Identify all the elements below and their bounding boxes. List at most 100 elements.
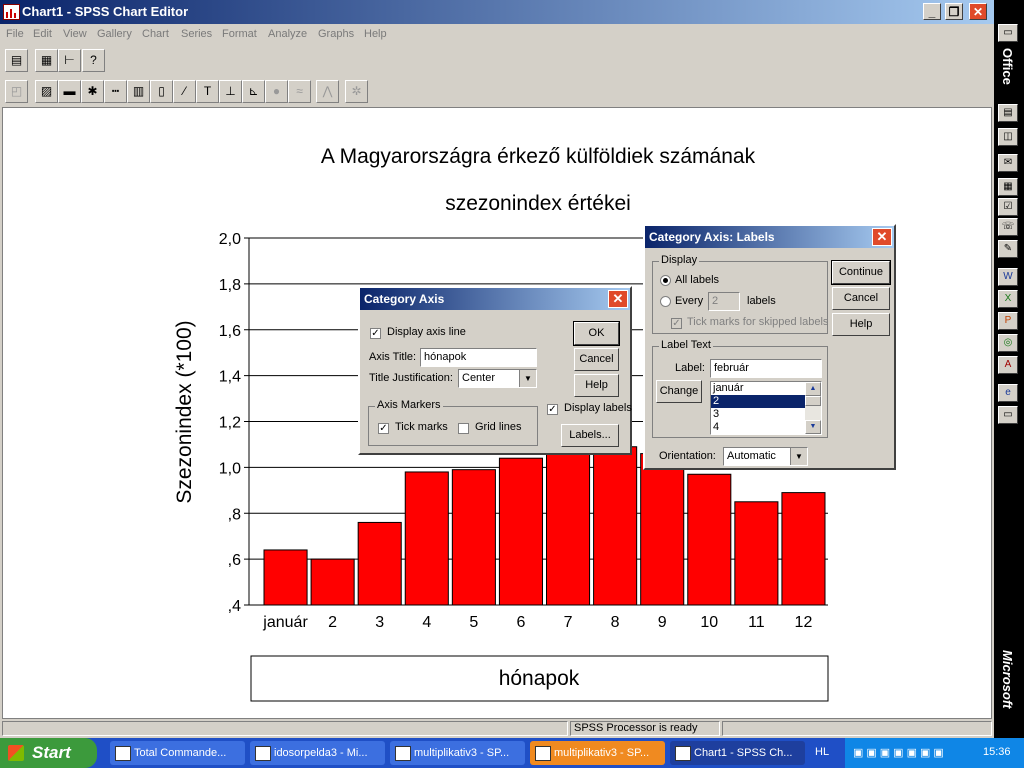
label-list[interactable]: január 2 3 4 ▲ ▼ xyxy=(710,381,822,435)
cancel-button[interactable]: Cancel xyxy=(574,348,619,371)
menu-help[interactable]: Help xyxy=(364,28,387,40)
scroll-up-icon[interactable]: ▲ xyxy=(805,382,821,396)
every-value-input[interactable]: 2 xyxy=(708,292,740,311)
every-radio[interactable] xyxy=(660,296,671,307)
color-icon[interactable]: ▬ xyxy=(58,80,81,103)
bar[interactable] xyxy=(357,521,402,606)
bar[interactable] xyxy=(451,469,496,606)
3d-rotate-icon[interactable]: ⋀ xyxy=(316,80,339,103)
menu-chart[interactable]: Chart xyxy=(142,28,169,40)
office-extra-icon[interactable]: ▭ xyxy=(998,406,1018,424)
bar[interactable] xyxy=(498,457,543,606)
language-indicator[interactable]: HL xyxy=(815,746,829,758)
tick-marks-skipped-checkbox[interactable]: ✓ xyxy=(671,318,682,329)
spin-icon[interactable]: ≈ xyxy=(288,80,311,103)
scroll-thumb[interactable] xyxy=(805,396,821,406)
powerpoint-icon[interactable]: P xyxy=(998,312,1018,330)
help-cursor-icon[interactable]: ? xyxy=(82,49,105,72)
office-task-icon[interactable]: ☑ xyxy=(998,198,1018,216)
menu-file[interactable]: File xyxy=(6,28,24,40)
axis-title-input[interactable]: hónapok xyxy=(420,348,537,367)
display-labels-checkbox[interactable]: ✓ xyxy=(547,404,558,415)
change-button[interactable]: Change xyxy=(656,380,702,403)
ok-button[interactable]: OK xyxy=(573,321,620,346)
explode-slice-icon[interactable]: ● xyxy=(265,80,288,103)
chevron-down-icon[interactable]: ▼ xyxy=(790,448,807,465)
office-folder-icon[interactable]: ▭ xyxy=(998,24,1018,42)
bar[interactable] xyxy=(593,446,638,606)
word-icon[interactable]: W xyxy=(998,268,1018,286)
y-axis-title[interactable]: Szezonindex (*100) xyxy=(173,320,196,503)
display-axis-line-checkbox[interactable]: ✓ xyxy=(370,328,381,339)
all-labels-radio[interactable] xyxy=(660,275,671,286)
goto-case-icon[interactable]: ⊢ xyxy=(58,49,81,72)
x-axis-title[interactable]: hónapok xyxy=(499,667,580,690)
tray-icons[interactable]: ▣▣▣▣▣▣▣ xyxy=(853,746,947,759)
bar[interactable] xyxy=(781,492,826,606)
goto-data-icon[interactable]: ▤ xyxy=(5,49,28,72)
office-mail-icon[interactable]: ✉ xyxy=(998,154,1018,172)
fill-pattern-icon[interactable]: ▨ xyxy=(35,80,58,103)
grid-lines-checkbox[interactable] xyxy=(458,423,469,434)
task-spss-data[interactable]: multiplikativ3 - SP... xyxy=(530,741,665,765)
access-icon[interactable]: A xyxy=(998,356,1018,374)
swap-axes-icon[interactable]: ⊥ xyxy=(219,80,242,103)
labels-button[interactable]: Labels... xyxy=(561,424,619,447)
line-style-icon[interactable]: ┅ xyxy=(104,80,127,103)
bar[interactable] xyxy=(640,453,685,606)
office-new-doc-icon[interactable]: ▤ xyxy=(998,104,1018,122)
menu-edit[interactable]: Edit xyxy=(33,28,52,40)
bar-label-icon[interactable]: ▯ xyxy=(150,80,173,103)
office-calendar-icon[interactable]: ▦ xyxy=(998,178,1018,196)
bar[interactable] xyxy=(734,501,779,606)
minimize-button[interactable]: _ xyxy=(923,3,941,20)
menu-series[interactable]: Series xyxy=(181,28,212,40)
dialog-close-button[interactable]: ✕ xyxy=(608,290,628,308)
start-button[interactable]: Start xyxy=(0,738,97,768)
labels-dialog-close-button[interactable]: ✕ xyxy=(872,228,892,246)
chart-subtitle[interactable]: szezonindex értékei xyxy=(445,192,631,215)
menu-gallery[interactable]: Gallery xyxy=(97,28,132,40)
task-total-commander[interactable]: Total Commande... xyxy=(110,741,245,765)
table-icon[interactable]: ▦ xyxy=(35,49,58,72)
office-open-icon[interactable]: ◫ xyxy=(998,128,1018,146)
marker-icon[interactable]: ✱ xyxy=(81,80,104,103)
outlook-icon[interactable]: ◎ xyxy=(998,334,1018,352)
spin-mode-icon[interactable]: ✲ xyxy=(345,80,368,103)
break-line-icon[interactable]: ⊾ xyxy=(242,80,265,103)
task-chart-editor[interactable]: Chart1 - SPSS Ch... xyxy=(670,741,805,765)
bar[interactable] xyxy=(263,549,308,606)
labels-cancel-button[interactable]: Cancel xyxy=(832,287,890,310)
bar[interactable] xyxy=(310,558,355,606)
chart-title[interactable]: A Magyarországra érkező külföldiek számá… xyxy=(321,145,756,168)
task-word-document[interactable]: idosorpelda3 - Mi... xyxy=(250,741,385,765)
title-justification-select[interactable]: Center ▼ xyxy=(458,369,537,388)
menu-format[interactable]: Format xyxy=(222,28,257,40)
menu-analyze[interactable]: Analyze xyxy=(268,28,307,40)
point-id-icon[interactable]: ◰ xyxy=(5,80,28,103)
scroll-down-icon[interactable]: ▼ xyxy=(805,420,821,434)
close-button[interactable]: ✕ xyxy=(969,3,987,20)
labels-help-button[interactable]: Help xyxy=(832,313,890,336)
menu-graphs[interactable]: Graphs xyxy=(318,28,354,40)
tick-marks-checkbox[interactable]: ✓ xyxy=(378,423,389,434)
continue-button[interactable]: Continue xyxy=(831,260,891,285)
menu-view[interactable]: View xyxy=(63,28,87,40)
text-icon[interactable]: T xyxy=(196,80,219,103)
bar[interactable] xyxy=(687,473,732,606)
bar[interactable] xyxy=(546,453,591,606)
task-spss-output[interactable]: multiplikativ3 - SP... xyxy=(390,741,525,765)
help-button[interactable]: Help xyxy=(574,374,619,397)
office-note-icon[interactable]: ✎ xyxy=(998,240,1018,258)
maximize-button[interactable]: ❐ xyxy=(945,3,963,20)
bar[interactable] xyxy=(404,471,449,606)
orientation-select[interactable]: Automatic ▼ xyxy=(723,447,808,466)
explorer-icon[interactable]: e xyxy=(998,384,1018,402)
interpolation-icon[interactable]: ⁄ xyxy=(173,80,196,103)
office-contact-icon[interactable]: ☏ xyxy=(998,218,1018,236)
excel-icon[interactable]: X xyxy=(998,290,1018,308)
label-list-scrollbar[interactable]: ▲ ▼ xyxy=(805,382,821,434)
label-input[interactable]: február xyxy=(710,359,822,378)
chevron-down-icon[interactable]: ▼ xyxy=(519,370,536,387)
bar-style-icon[interactable]: ▥ xyxy=(127,80,150,103)
